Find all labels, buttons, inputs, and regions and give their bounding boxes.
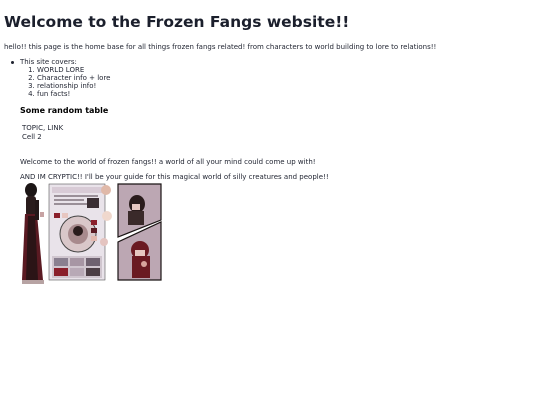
table-row: TOPIC, LINK bbox=[20, 124, 65, 133]
random-table: TOPIC, LINK Cell 2 bbox=[20, 124, 65, 142]
character-artwork bbox=[22, 183, 162, 284]
list-item: relationship info! bbox=[37, 82, 111, 90]
site-covers-item: This site covers: WORLD LORE Character i… bbox=[11, 58, 111, 98]
list-item: WORLD LORE bbox=[37, 66, 111, 74]
table-title: Some random table bbox=[20, 106, 109, 115]
site-covers-label: This site covers: bbox=[20, 58, 77, 66]
character-figure-image bbox=[22, 183, 44, 284]
table-row: Cell 2 bbox=[20, 133, 65, 142]
list-item: Character info + lore bbox=[37, 74, 111, 82]
cryptic-paragraph: AND IM CRYPTIC!! I'll be your guide for … bbox=[20, 173, 329, 181]
intro-text: hello!! this page is the home base for a… bbox=[4, 43, 437, 51]
page: Welcome to the Frozen Fangs website!! he… bbox=[0, 0, 540, 284]
table-cell: TOPIC, LINK bbox=[22, 124, 64, 132]
reference-card-image bbox=[48, 183, 112, 281]
page-title: Welcome to the Frozen Fangs website!! bbox=[4, 13, 350, 31]
list-item: fun facts! bbox=[37, 90, 111, 98]
welcome-paragraph: Welcome to the world of frozen fangs!! a… bbox=[20, 158, 316, 166]
site-covers-list: This site covers: WORLD LORE Character i… bbox=[11, 58, 111, 98]
covers-sublist: WORLD LORE Character info + lore relatio… bbox=[20, 66, 111, 98]
table-cell: Cell 2 bbox=[22, 133, 42, 141]
